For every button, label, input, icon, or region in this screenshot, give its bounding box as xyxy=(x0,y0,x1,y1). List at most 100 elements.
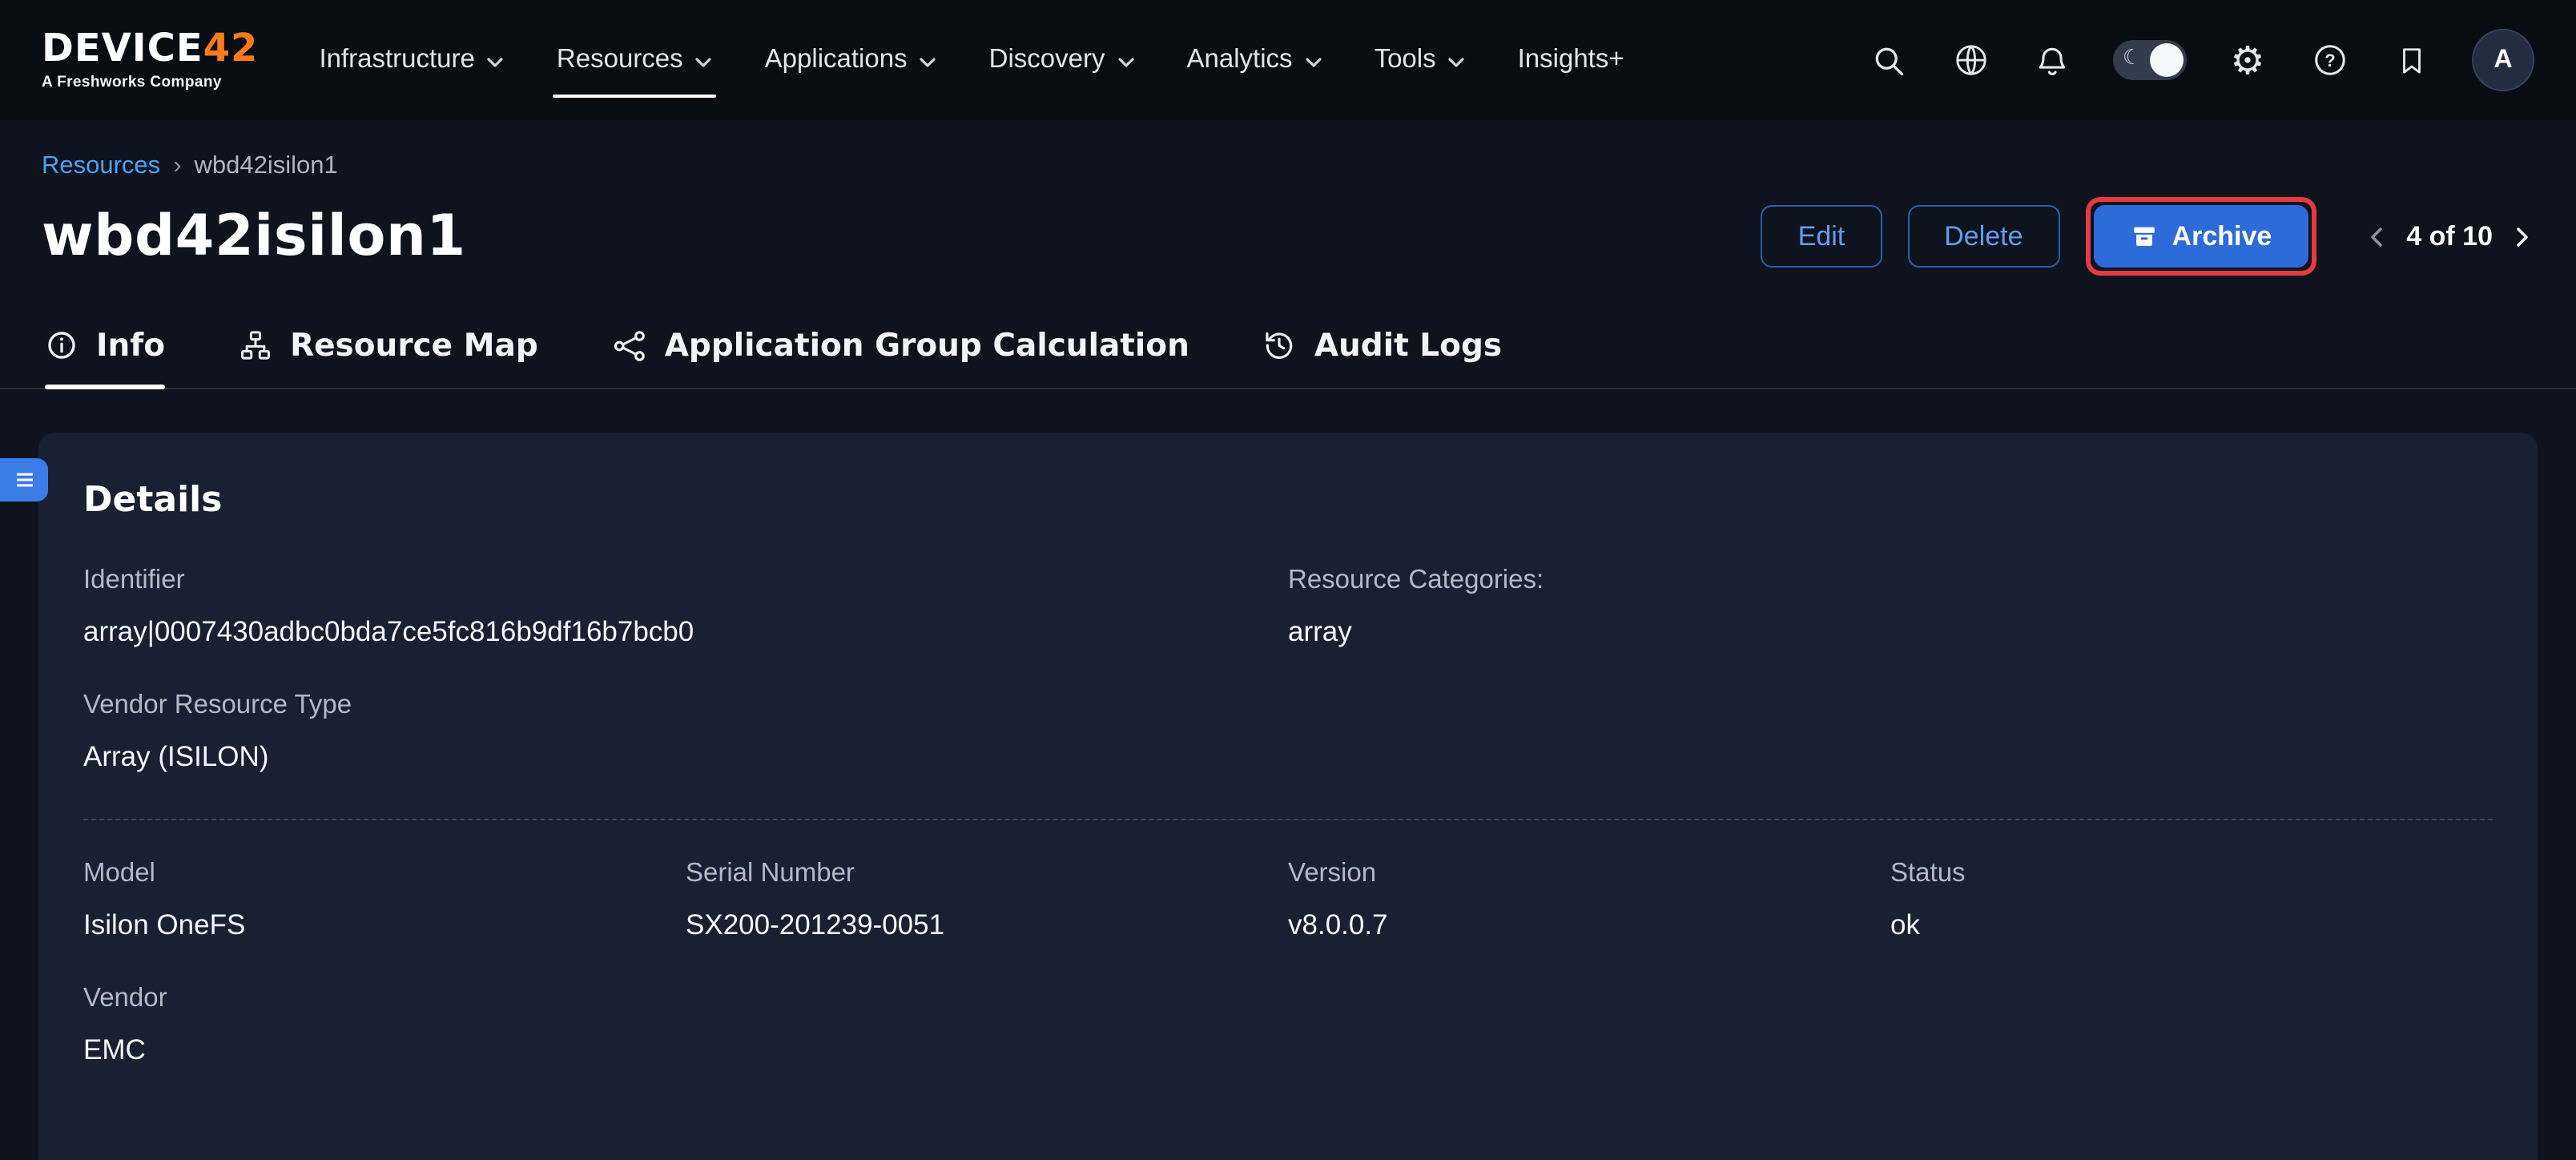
tab-audit-logs[interactable]: Audit Logs xyxy=(1263,327,1502,388)
nav-item-label: Discovery xyxy=(989,45,1105,75)
model-label: Model xyxy=(83,859,686,889)
search-icon[interactable] xyxy=(1868,39,1910,81)
chevron-right-icon[interactable] xyxy=(2509,224,2534,249)
resource-categories-label: Resource Categories: xyxy=(1288,566,2493,596)
info-icon xyxy=(45,328,78,362)
nav-item-infrastructure[interactable]: Infrastructure xyxy=(300,0,524,120)
nav-item-insights[interactable]: Insights+ xyxy=(1499,0,1644,120)
chevron-down-icon xyxy=(1117,52,1136,71)
help-icon[interactable]: ? xyxy=(2308,39,2350,81)
breadcrumb: Resources › wbd42isilon1 xyxy=(0,120,2576,181)
identifier-row: Identifier array|0007430adbc0bda7ce5fc81… xyxy=(83,566,2493,649)
delete-button[interactable]: Delete xyxy=(1907,205,2059,268)
chevron-down-icon xyxy=(486,52,505,71)
chevron-down-icon xyxy=(1447,52,1467,71)
identifier-label: Identifier xyxy=(83,566,1288,596)
nav-item-tools[interactable]: Tools xyxy=(1355,0,1486,120)
avatar[interactable]: A xyxy=(2472,29,2534,91)
notifications-icon[interactable] xyxy=(2031,39,2073,81)
edit-button[interactable]: Edit xyxy=(1761,205,1882,268)
archive-icon xyxy=(2131,223,2158,250)
model-value: Isilon OneFS xyxy=(83,908,686,942)
vendor-resource-type-label: Vendor Resource Type xyxy=(83,691,2493,721)
brand-logo[interactable]: DEVICE42 A Freshworks Company xyxy=(42,30,258,91)
nav-item-label: Applications xyxy=(765,45,908,75)
top-navigation-bar: DEVICE42 A Freshworks Company Infrastruc… xyxy=(0,0,2576,120)
tab-application-group-calculation[interactable]: Application Group Calculation xyxy=(612,327,1189,388)
serial-number-value: SX200-201239-0051 xyxy=(686,908,1288,942)
nav-item-analytics[interactable]: Analytics xyxy=(1168,0,1342,120)
brand-device: DEVICE xyxy=(42,26,203,71)
tab-info[interactable]: Info xyxy=(45,327,165,388)
globe-icon[interactable] xyxy=(1950,39,1991,81)
tab-label: Info xyxy=(96,327,165,364)
status-value: ok xyxy=(1890,908,2493,942)
specs-row: Model Isilon OneFS Serial Number SX200-2… xyxy=(83,859,2493,942)
serial-number-label: Serial Number xyxy=(686,859,1288,889)
chevron-left-icon[interactable] xyxy=(2365,224,2390,249)
resource-categories-field: Resource Categories: array xyxy=(1288,566,2493,649)
vendor-field: Vendor EMC xyxy=(83,984,2493,1067)
serial-number-field: Serial Number SX200-201239-0051 xyxy=(686,859,1288,942)
nav-item-label: Analytics xyxy=(1187,45,1293,75)
brand-name: DEVICE42 xyxy=(42,30,258,68)
version-label: Version xyxy=(1288,859,1890,889)
breadcrumb-separator: › xyxy=(173,152,181,181)
nav-item-discovery[interactable]: Discovery xyxy=(970,0,1155,120)
list-icon xyxy=(12,468,36,492)
main-nav: Infrastructure Resources Applications Di… xyxy=(300,0,1643,120)
archive-button-label: Archive xyxy=(2172,223,2272,250)
application-group-icon xyxy=(612,328,647,363)
nav-item-label: Tools xyxy=(1375,45,1436,75)
brand-42: 42 xyxy=(203,26,259,71)
settings-icon[interactable]: ⚙ xyxy=(2227,39,2268,81)
topbar-actions: ☾ ⚙ ? A xyxy=(1868,29,2534,91)
vendor-resource-type-value: Array (ISILON) xyxy=(83,740,2493,774)
breadcrumb-resources-link[interactable]: Resources xyxy=(42,152,160,181)
identifier-field: Identifier array|0007430adbc0bda7ce5fc81… xyxy=(83,566,1288,649)
vendor-resource-type-field: Vendor Resource Type Array (ISILON) xyxy=(83,691,2493,774)
audit-logs-icon xyxy=(1263,328,1297,362)
record-pagination: 4 of 10 xyxy=(2365,220,2534,252)
bookmark-icon[interactable] xyxy=(2390,39,2432,81)
tab-label: Resource Map xyxy=(290,327,538,364)
tab-resource-map[interactable]: Resource Map xyxy=(239,327,538,388)
chevron-down-icon xyxy=(694,52,714,71)
theme-toggle-knob xyxy=(2150,43,2184,77)
vendor-value: EMC xyxy=(83,1033,2493,1067)
brand-subtitle: A Freshworks Company xyxy=(42,76,258,91)
pagination-text: 4 of 10 xyxy=(2406,220,2493,252)
side-panel-toggle[interactable] xyxy=(0,458,48,501)
nav-item-label: Infrastructure xyxy=(319,45,474,75)
annotation-highlight: Archive xyxy=(2086,197,2317,276)
tab-label: Audit Logs xyxy=(1314,327,1502,364)
tab-label: Application Group Calculation xyxy=(665,327,1189,364)
dashed-divider xyxy=(83,819,2493,820)
status-field: Status ok xyxy=(1890,859,2493,942)
breadcrumb-current: wbd42isilon1 xyxy=(195,152,338,181)
page-header: wbd42isilon1 Edit Delete Archive 4 of 10 xyxy=(0,197,2576,276)
chevron-down-icon xyxy=(1304,52,1323,71)
archive-button[interactable]: Archive xyxy=(2094,205,2309,268)
version-field: Version v8.0.0.7 xyxy=(1288,859,1890,942)
detail-tabs: Info Resource Map Application Group Calc… xyxy=(0,327,2576,389)
nav-item-label: Insights+ xyxy=(1518,45,1624,75)
svg-text:?: ? xyxy=(2324,50,2334,70)
vendor-label: Vendor xyxy=(83,984,2493,1014)
details-card: Details Identifier array|0007430adbc0bda… xyxy=(38,433,2538,1160)
status-label: Status xyxy=(1890,859,2493,889)
resource-map-icon xyxy=(239,328,272,362)
model-field: Model Isilon OneFS xyxy=(83,859,686,942)
nav-item-label: Resources xyxy=(557,45,683,75)
version-value: v8.0.0.7 xyxy=(1288,908,1890,942)
device42-app: DEVICE42 A Freshworks Company Infrastruc… xyxy=(0,0,2576,1160)
theme-toggle[interactable]: ☾ xyxy=(2113,40,2187,80)
header-actions: Edit Delete Archive 4 of 10 xyxy=(1761,197,2534,276)
nav-item-resources[interactable]: Resources xyxy=(537,0,733,120)
resource-categories-value: array xyxy=(1288,615,2493,649)
details-heading: Details xyxy=(83,481,2493,521)
nav-item-applications[interactable]: Applications xyxy=(746,0,957,120)
moon-icon: ☾ xyxy=(2123,46,2141,70)
identifier-value: array|0007430adbc0bda7ce5fc816b9df16b7bc… xyxy=(83,615,1288,649)
chevron-down-icon xyxy=(919,52,938,71)
